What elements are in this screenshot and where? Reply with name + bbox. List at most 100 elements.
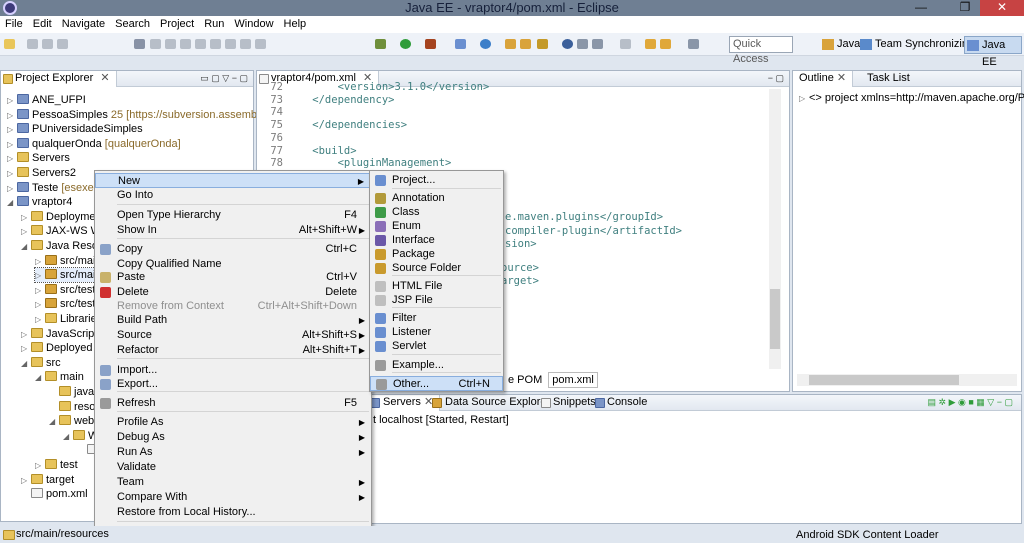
annotation-icon[interactable]	[577, 39, 588, 49]
context-item-export[interactable]: Export...	[95, 377, 371, 392]
context-item-refresh[interactable]: Refresh F5	[95, 396, 371, 411]
context-item-team[interactable]: Team ▶	[95, 475, 371, 490]
tab-pom-source[interactable]: pom.xml	[548, 372, 598, 388]
context-item-refactor[interactable]: Refactor Alt+Shift+T ▶	[95, 343, 371, 358]
context-item-import[interactable]: Import...	[95, 363, 371, 378]
globe-icon[interactable]	[562, 39, 573, 49]
menu-navigate[interactable]: Navigate	[57, 16, 110, 30]
close-tab-icon[interactable]: ✕	[837, 72, 846, 84]
new-item-other[interactable]: Other... Ctrl+N	[370, 376, 503, 391]
context-item-validate[interactable]: Validate	[95, 460, 371, 475]
context-item-debug-as[interactable]: Debug As ▶	[95, 430, 371, 445]
context-item-delete[interactable]: Delete Delete	[95, 285, 371, 300]
expand-toggle-icon[interactable]: ◢	[35, 371, 45, 385]
expand-toggle-icon[interactable]: ▷	[7, 182, 17, 196]
server-actions-icons[interactable]: ▤ ✲ ▶ ◉ ■ ▦ ▽ − ▢	[928, 395, 1013, 410]
context-item-new[interactable]: New ▶	[95, 173, 371, 188]
tree-node[interactable]: ▷ ANE_UFPI	[7, 93, 86, 107]
new-item-enum[interactable]: Enum	[370, 219, 503, 234]
new-package-icon[interactable]	[520, 39, 531, 49]
menu-file[interactable]: File	[0, 16, 28, 30]
tree-node[interactable]: ▷ Servers	[7, 151, 70, 165]
new-item-servlet[interactable]: Servlet	[370, 339, 503, 354]
tab-outline[interactable]: Outline ✕	[793, 71, 854, 87]
save-all-icon[interactable]	[42, 39, 53, 49]
menu-edit[interactable]: Edit	[28, 16, 57, 30]
expand-toggle-icon[interactable]: ◢	[21, 357, 31, 371]
editor-min-max-icon[interactable]: − ▢	[768, 71, 784, 86]
tree-node[interactable]: ◢ main	[35, 370, 84, 384]
expand-toggle-icon[interactable]: ▷	[21, 328, 31, 342]
close-tab-icon[interactable]: ✕	[100, 72, 109, 84]
outline-hscrollbar[interactable]	[797, 374, 1017, 386]
view-menu-icon[interactable]: ▭ ▢ ▽ − ▢	[200, 71, 248, 86]
expand-toggle-icon[interactable]: ▷	[35, 269, 45, 283]
expand-toggle-icon[interactable]: ▷	[35, 459, 45, 473]
context-item-compare-with[interactable]: Compare With ▶	[95, 490, 371, 505]
save-icon[interactable]	[27, 39, 38, 49]
step-return-icon[interactable]	[240, 39, 251, 49]
new-item-source-folder[interactable]: Source Folder	[370, 261, 503, 276]
editor-vscrollbar[interactable]	[769, 89, 781, 369]
tab-task-list[interactable]: Task List	[861, 71, 916, 87]
external-tools-icon[interactable]	[425, 39, 436, 49]
tree-node[interactable]: ▷ PessoaSimples 25 [https://subversion.as…	[7, 108, 298, 122]
close-button[interactable]: ✕	[980, 0, 1024, 16]
perspective-javaee[interactable]: Java EE	[964, 36, 1022, 68]
expand-toggle-icon[interactable]: ▷	[21, 211, 31, 225]
tree-node[interactable]: java	[49, 385, 94, 399]
suspend-icon[interactable]	[165, 39, 176, 49]
step-over-icon[interactable]	[225, 39, 236, 49]
context-item-restore-from-local-history[interactable]: Restore from Local History...	[95, 505, 371, 520]
step-into-icon[interactable]	[210, 39, 221, 49]
back-icon[interactable]	[645, 39, 656, 49]
new-server-icon[interactable]	[455, 39, 466, 49]
outline-scroll-thumb[interactable]	[809, 375, 959, 385]
expand-toggle-icon[interactable]: ◢	[63, 430, 73, 444]
history-icon[interactable]	[688, 39, 699, 49]
expand-toggle-icon[interactable]: ▷	[7, 138, 17, 152]
menu-help[interactable]: Help	[279, 16, 312, 30]
context-item-show-in[interactable]: Show In Alt+Shift+W ▶	[95, 223, 371, 238]
tree-node[interactable]: ▷ PUniversidadeSimples	[7, 122, 143, 136]
menu-window[interactable]: Window	[229, 16, 278, 30]
expand-toggle-icon[interactable]: ▷	[21, 225, 31, 239]
expand-toggle-icon[interactable]: ▷	[21, 342, 31, 356]
search-icon[interactable]	[537, 39, 548, 49]
minimize-button[interactable]: —	[906, 0, 936, 16]
menu-run[interactable]: Run	[199, 16, 229, 30]
expand-toggle-icon[interactable]: ◢	[7, 196, 17, 210]
new-icon[interactable]	[4, 39, 15, 49]
maximize-button[interactable]: ❐	[950, 0, 980, 16]
expand-toggle-icon[interactable]: ▷	[7, 109, 17, 123]
menu-search[interactable]: Search	[110, 16, 155, 30]
tab-data-source-explorer[interactable]: Data Source Explorer	[429, 395, 556, 411]
drop-to-frame-icon[interactable]	[255, 39, 266, 49]
expand-toggle-icon[interactable]: ▷	[35, 255, 45, 269]
tab-console[interactable]: Console	[593, 395, 653, 411]
perspective-team-sync[interactable]: Team Synchronizing	[858, 36, 974, 54]
expand-toggle-icon[interactable]: ◢	[49, 415, 59, 429]
tree-node[interactable]: ◢ src	[21, 356, 61, 370]
expand-toggle-icon[interactable]: ▷	[35, 298, 45, 312]
tree-node[interactable]: ▷ Deployment	[21, 210, 105, 224]
quick-access-input[interactable]: Quick Access	[729, 36, 793, 65]
new-item-jsp-file[interactable]: JSP File	[370, 293, 503, 308]
expand-toggle-icon[interactable]: ▷	[7, 94, 17, 108]
context-item-profile-as[interactable]: Profile As ▶	[95, 415, 371, 430]
tree-node[interactable]: ▷ target	[21, 473, 74, 487]
tree-node[interactable]: ◢ vraptor4	[7, 195, 72, 209]
editor-scroll-thumb[interactable]	[770, 289, 780, 349]
tree-node[interactable]: ▷ qualquerOnda [qualquerOnda]	[7, 137, 181, 151]
expand-toggle-icon[interactable]: ▷	[21, 474, 31, 488]
new-item-html-file[interactable]: HTML File	[370, 279, 503, 294]
tree-node[interactable]: pom.xml	[21, 487, 88, 501]
run-icon[interactable]	[400, 39, 411, 49]
context-item-remove-from-context[interactable]: Remove from Context Ctrl+Alt+Shift+Down	[95, 299, 371, 314]
new-item-package[interactable]: Package	[370, 247, 503, 262]
expand-toggle-icon[interactable]: ▷	[7, 152, 17, 166]
expand-toggle-icon[interactable]: ▷	[7, 167, 17, 181]
expand-toggle-icon[interactable]: ▷	[7, 123, 17, 137]
tab-project-explorer[interactable]: Project Explorer ✕	[1, 71, 117, 87]
server-row[interactable]: t localhost [Started, Restart]	[373, 413, 509, 427]
